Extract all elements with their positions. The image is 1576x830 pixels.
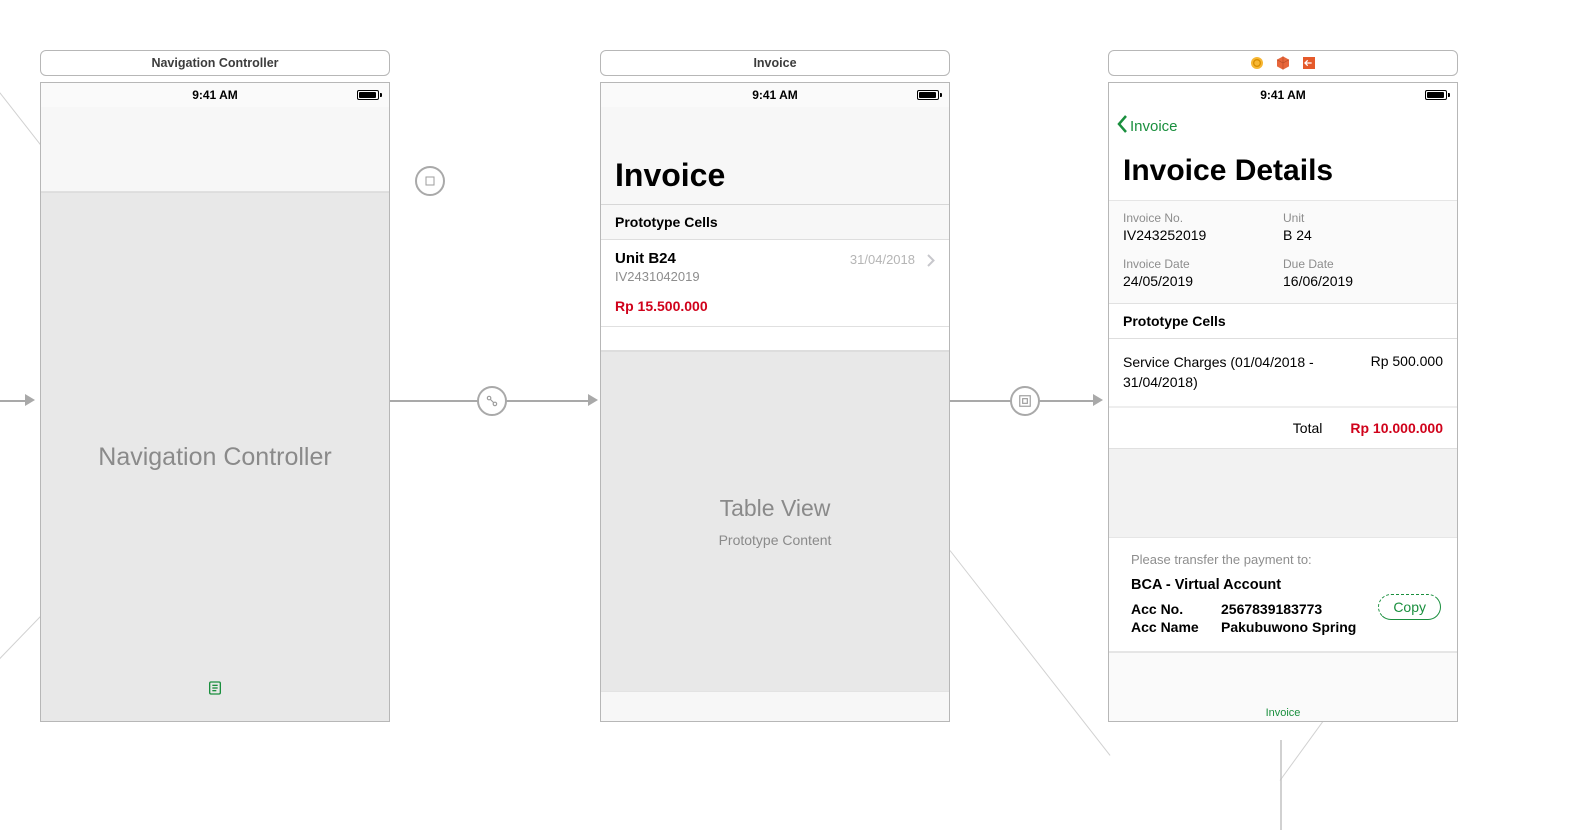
segue-square-icon[interactable]	[415, 166, 445, 196]
cell-spacer	[601, 327, 949, 351]
status-time: 9:41 AM	[752, 88, 798, 102]
status-bar: 9:41 AM	[1109, 83, 1457, 107]
list-glyph-icon	[207, 674, 223, 703]
unit-value: B 24	[1283, 227, 1443, 243]
cell-date: 31/04/2018	[850, 252, 915, 267]
due-date-label: Due Date	[1283, 257, 1443, 271]
invoice-date-value: 24/05/2019	[1123, 273, 1283, 289]
spacer-block	[1109, 449, 1457, 537]
page-title: Invoice Details	[1123, 154, 1443, 188]
status-bar: 9:41 AM	[41, 83, 389, 107]
cell-price: Rp 15.500.000	[615, 298, 935, 314]
coin-icon	[1249, 55, 1265, 71]
exit-icon	[1301, 55, 1317, 71]
back-button[interactable]: Invoice	[1109, 107, 1457, 138]
charge-amount: Rp 500.000	[1371, 353, 1443, 392]
cell-code: IV2431042019	[615, 269, 935, 284]
chevron-left-icon	[1117, 115, 1128, 138]
nav-bar-blank	[41, 107, 389, 192]
section-header: Prototype Cells	[601, 205, 949, 240]
battery-icon	[357, 90, 379, 100]
scene-title-nav[interactable]: Navigation Controller	[40, 50, 390, 76]
acc-name-label: Acc Name	[1131, 619, 1221, 635]
invoice-date-label: Invoice Date	[1123, 257, 1283, 271]
segue-relationship-icon[interactable]	[477, 386, 507, 416]
nav-controller-label: Navigation Controller	[98, 443, 331, 472]
section-header: Prototype Cells	[1109, 304, 1457, 339]
acc-no-value: 2567839183773	[1221, 601, 1322, 617]
invoice-no-label: Invoice No.	[1123, 211, 1283, 225]
back-label: Invoice	[1130, 118, 1178, 135]
invoice-no-value: IV243252019	[1123, 227, 1283, 243]
pay-bank: BCA - Virtual Account	[1131, 577, 1439, 593]
segue-show-icon[interactable]	[1010, 386, 1040, 416]
status-time: 9:41 AM	[1260, 88, 1306, 102]
battery-icon	[1425, 90, 1447, 100]
status-bar: 9:41 AM	[601, 83, 949, 107]
info-grid: Invoice No. IV243252019 Unit B 24 Invoic…	[1109, 201, 1457, 304]
cube-icon	[1275, 55, 1291, 71]
tab-label: Invoice	[1266, 707, 1301, 719]
total-value: Rp 10.000.000	[1350, 420, 1443, 436]
placeholder-primary: Table View	[720, 495, 831, 522]
acc-no-label: Acc No.	[1131, 601, 1221, 617]
table-placeholder: Table View Prototype Content	[601, 351, 949, 691]
phone-screen-nav: 9:41 AM Navigation Controller	[40, 82, 390, 722]
tab-bar-blank	[601, 691, 949, 721]
phone-screen-invoice: 9:41 AM Invoice Prototype Cells Unit B24…	[600, 82, 950, 722]
placeholder-secondary: Prototype Content	[719, 532, 832, 548]
large-title-area: Invoice	[601, 107, 949, 205]
due-date-value: 16/06/2019	[1283, 273, 1443, 289]
total-row: Total Rp 10.000.000	[1109, 407, 1457, 449]
tab-bar[interactable]: Invoice	[1109, 652, 1457, 721]
payment-block: Please transfer the payment to: BCA - Vi…	[1109, 537, 1457, 652]
invoice-list-cell[interactable]: Unit B24 IV2431042019 Rp 15.500.000 31/0…	[601, 240, 949, 327]
charge-row[interactable]: Service Charges (01/04/2018 - 31/04/2018…	[1109, 339, 1457, 407]
acc-name-value: Pakubuwono Spring	[1221, 619, 1356, 635]
scene-title-invoice[interactable]: Invoice	[600, 50, 950, 76]
unit-label: Unit	[1283, 211, 1443, 225]
chevron-right-icon	[927, 254, 935, 272]
nav-controller-body: Navigation Controller	[41, 192, 389, 721]
page-title: Invoice	[615, 157, 935, 194]
copy-button[interactable]: Copy	[1378, 594, 1441, 620]
status-time: 9:41 AM	[192, 88, 238, 102]
phone-screen-details: 9:41 AM Invoice Invoice Details Invoice …	[1108, 82, 1458, 722]
total-label: Total	[1293, 420, 1323, 436]
scene-title-details[interactable]	[1108, 50, 1458, 76]
battery-icon	[917, 90, 939, 100]
charge-name: Service Charges (01/04/2018 - 31/04/2018…	[1123, 353, 1371, 392]
pay-instruction: Please transfer the payment to:	[1131, 552, 1439, 567]
